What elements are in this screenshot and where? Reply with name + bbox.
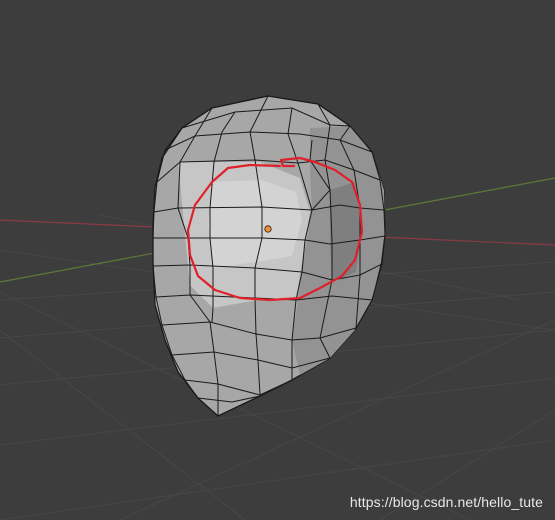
watermark-text: https://blog.csdn.net/hello_tute: [349, 494, 543, 510]
mesh-highlight-core: [208, 180, 302, 268]
viewport-canvas[interactable]: [0, 0, 555, 520]
object-origin-point[interactable]: [264, 225, 272, 233]
head-mesh[interactable]: [152, 95, 386, 417]
3d-viewport[interactable]: https://blog.csdn.net/hello_tute: [0, 0, 555, 520]
